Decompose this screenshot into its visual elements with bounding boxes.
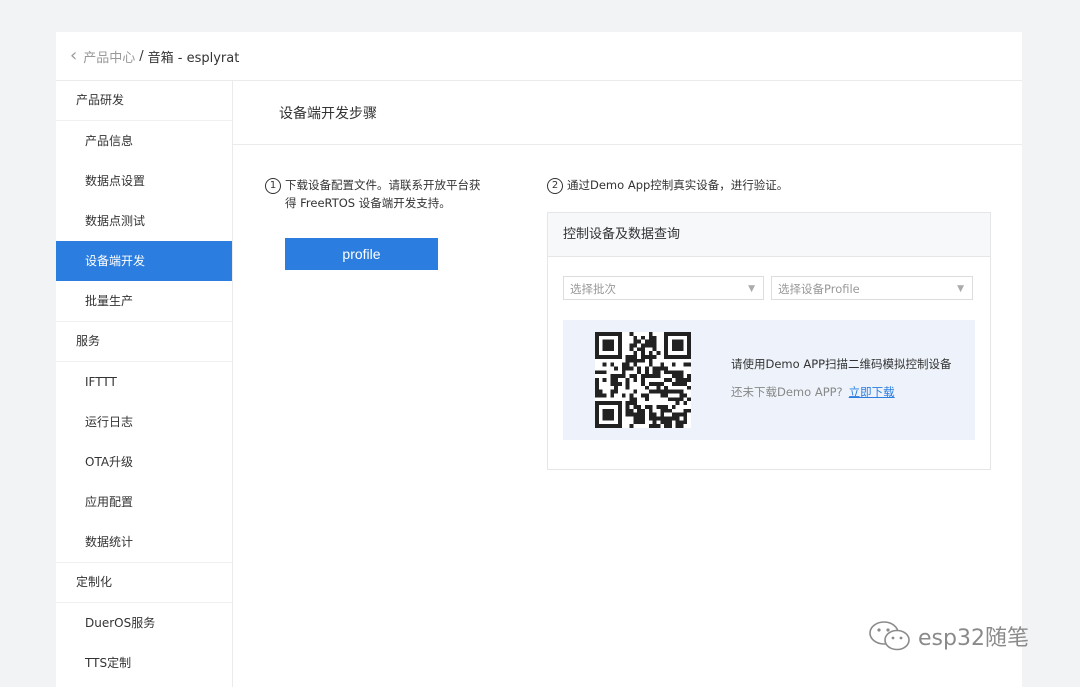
step-2: 2 通过Demo App控制真实设备，进行验证。 xyxy=(547,176,788,194)
breadcrumb-separator: / xyxy=(139,48,144,64)
download-prompt-text: 还未下载Demo APP? xyxy=(731,385,843,399)
qr-code xyxy=(595,332,691,428)
sidebar-item-tts[interactable]: TTS定制 xyxy=(56,643,232,683)
sidebar-item-datapoint-test[interactable]: 数据点测试 xyxy=(56,201,232,241)
step-1: 1 下载设备配置文件。请联系开放平台获 得 FreeRTOS 设备端开发支持。 xyxy=(265,176,505,212)
sidebar-item-ota[interactable]: OTA升级 xyxy=(56,442,232,482)
profile-select[interactable]: 选择设备Profile ▼ xyxy=(771,276,973,300)
main-panel: ‹ 产品中心 / 音箱 - esplyrat 产品研发 产品信息 数据点设置 数… xyxy=(56,32,1022,687)
sidebar-item-device-dev[interactable]: 设备端开发 xyxy=(56,241,232,281)
chevron-left-icon[interactable]: ‹ xyxy=(70,47,77,65)
sidebar-item-mass-production[interactable]: 批量生产 xyxy=(56,281,232,322)
breadcrumb-current: 音箱 - esplyrat xyxy=(147,50,240,66)
sidebar-group-services: 服务 xyxy=(56,322,232,362)
sidebar-item-logs[interactable]: 运行日志 xyxy=(56,402,232,442)
device-control-card: 控制设备及数据查询 选择批次 ▼ 选择设备Profile ▼ 请使用Demo A… xyxy=(547,212,991,470)
batch-select[interactable]: 选择批次 ▼ xyxy=(563,276,764,300)
step-number-1: 1 xyxy=(265,177,281,194)
step-number-2: 2 xyxy=(547,177,563,194)
download-now-link[interactable]: 立即下载 xyxy=(849,385,895,399)
sidebar-group-dev: 产品研发 xyxy=(56,81,232,121)
batch-select-placeholder: 选择批次 xyxy=(570,282,616,296)
step-1-text-line2: 得 FreeRTOS 设备端开发支持。 xyxy=(285,196,451,210)
sidebar-item-datapoint-settings[interactable]: 数据点设置 xyxy=(56,161,232,201)
step-2-text: 通过Demo App控制真实设备，进行验证。 xyxy=(567,178,789,192)
breadcrumb: ‹ 产品中心 / 音箱 - esplyrat xyxy=(56,32,1022,81)
sidebar: 产品研发 产品信息 数据点设置 数据点测试 设备端开发 批量生产 服务 IFTT… xyxy=(56,81,233,687)
main-content: 设备端开发步骤 1 下载设备配置文件。请联系开放平台获 得 FreeRTOS 设备… xyxy=(233,81,1022,687)
card-title: 控制设备及数据查询 xyxy=(548,213,990,257)
caret-down-icon: ▼ xyxy=(957,284,964,294)
wechat-icon xyxy=(869,621,910,651)
profile-select-placeholder: 选择设备Profile xyxy=(778,282,860,296)
page-title: 设备端开发步骤 xyxy=(233,81,1022,145)
caret-down-icon: ▼ xyxy=(748,284,755,294)
sidebar-item-dueros[interactable]: DuerOS服务 xyxy=(56,603,232,643)
download-prompt: 还未下载Demo APP? 立即下载 xyxy=(731,384,895,400)
sidebar-item-statistics[interactable]: 数据统计 xyxy=(56,522,232,563)
sidebar-item-app-config[interactable]: 应用配置 xyxy=(56,482,232,522)
sidebar-group-custom: 定制化 xyxy=(56,563,232,603)
profile-download-button[interactable]: profile xyxy=(285,238,438,270)
sidebar-item-product-info[interactable]: 产品信息 xyxy=(56,121,232,161)
qr-section: 请使用Demo APP扫描二维码模拟控制设备 还未下载Demo APP? 立即下载 xyxy=(563,320,975,440)
qr-instruction: 请使用Demo APP扫描二维码模拟控制设备 xyxy=(731,357,952,371)
step-1-text-line1: 下载设备配置文件。请联系开放平台获 xyxy=(285,178,481,192)
breadcrumb-parent-link[interactable]: 产品中心 xyxy=(83,47,135,66)
watermark-text: esp32随笔 xyxy=(918,626,1029,651)
sidebar-item-ifttt[interactable]: IFTTT xyxy=(56,362,232,402)
watermark: esp32随笔 xyxy=(868,620,1029,652)
